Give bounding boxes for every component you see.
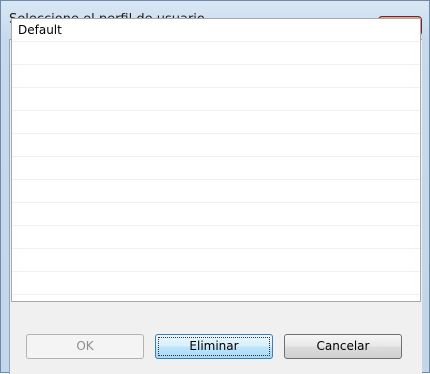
delete-button[interactable]: Eliminar <box>155 334 273 359</box>
profile-list-item[interactable]: Default <box>12 19 420 42</box>
profile-list-item[interactable] <box>12 134 420 157</box>
ok-button[interactable]: OK <box>26 334 144 359</box>
profile-list-item[interactable] <box>12 65 420 88</box>
profile-list-item[interactable] <box>12 272 420 295</box>
profile-list-item[interactable] <box>12 249 420 272</box>
profile-list-item[interactable] <box>12 88 420 111</box>
profile-list-item[interactable] <box>12 42 420 65</box>
delete-button-label: Eliminar <box>189 339 239 353</box>
profile-list-item[interactable] <box>12 157 420 180</box>
profile-listbox[interactable]: Default <box>11 18 421 302</box>
cancel-button[interactable]: Cancelar <box>284 334 402 359</box>
profile-list-item[interactable] <box>12 180 420 203</box>
profile-list-item[interactable] <box>12 111 420 134</box>
dialog-window: Seleccione el perfil de usuario Default … <box>0 0 430 374</box>
profile-list-item[interactable] <box>12 226 420 249</box>
profile-list-item[interactable] <box>12 203 420 226</box>
